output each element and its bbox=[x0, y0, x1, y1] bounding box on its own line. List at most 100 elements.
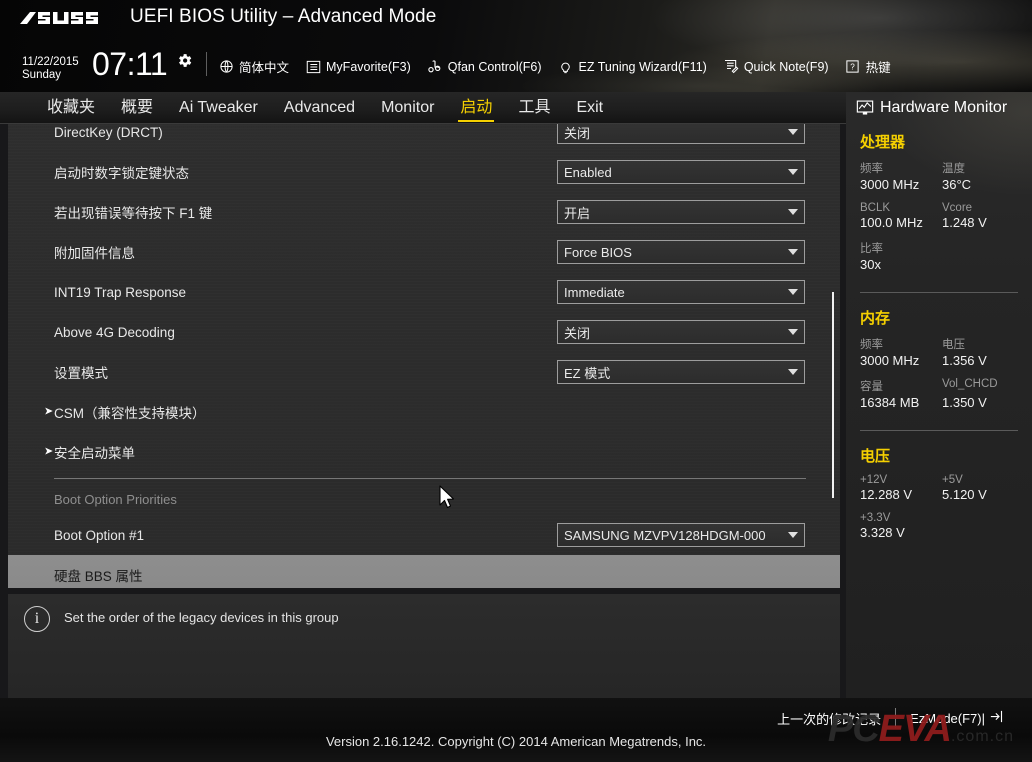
hwmon-section-memory: 内存 频率 电压 3000 MHz 1.356 V 容量 Vol_CHCD 16… bbox=[846, 307, 1032, 420]
setting-row-option-rom-messages[interactable]: 附加固件信息 Force BIOS bbox=[8, 232, 840, 272]
myfavorite-button[interactable]: MyFavorite(F3) bbox=[305, 59, 411, 75]
settings-list: DirectKey (DRCT) 关闭 启动时数字锁定键状态 Enabled 若… bbox=[8, 124, 840, 588]
hotkeys-button[interactable]: ? 热键 bbox=[845, 57, 891, 76]
setting-dropdown-boot-option-1[interactable]: SAMSUNG MZVPV128HDGM-000 bbox=[557, 523, 805, 547]
bios-screen: UEFI BIOS Utility – Advanced Mode 11/22/… bbox=[0, 0, 1032, 762]
setting-dropdown-int19-trap-response[interactable]: Immediate bbox=[557, 280, 805, 304]
arrow-right-box-icon bbox=[989, 709, 1004, 727]
hwmon-value: 1.356 V bbox=[942, 353, 987, 368]
language-label: 简体中文 bbox=[239, 61, 290, 75]
vertical-scrollbar[interactable] bbox=[832, 292, 834, 498]
submenu-row-csm[interactable]: ➤ CSM（兼容性支持模块） bbox=[8, 392, 840, 432]
hwmon-value: 1.350 V bbox=[942, 395, 987, 410]
ez-tuning-wizard-label: EZ Tuning Wizard(F11) bbox=[578, 59, 707, 74]
hwmon-section-cpu: 处理器 频率 温度 3000 MHz 36°C BCLK Vcore 100.0… bbox=[846, 131, 1032, 282]
hwmon-value: 30x bbox=[860, 257, 881, 272]
submenu-row-hard-drive-bbs-priorities[interactable]: 硬盘 BBS 属性 bbox=[8, 555, 840, 588]
hwmon-key: Vol_CHCD bbox=[942, 378, 998, 390]
setting-label: 附加固件信息 bbox=[54, 246, 135, 261]
dropdown-value: SAMSUNG MZVPV128HDGM-000 bbox=[564, 527, 766, 543]
hwmon-key: 电压 bbox=[942, 339, 965, 351]
tab-advanced[interactable]: Advanced bbox=[271, 93, 368, 123]
tab-monitor[interactable]: Monitor bbox=[368, 93, 447, 123]
setting-dropdown-bootup-numlock[interactable]: Enabled bbox=[557, 160, 805, 184]
hwmon-value: 100.0 MHz bbox=[860, 215, 923, 230]
section-heading-label: Boot Option Priorities bbox=[54, 491, 177, 507]
hwmon-value: 3000 MHz bbox=[860, 177, 920, 192]
hwmon-value: 1.248 V bbox=[942, 215, 987, 230]
help-info-panel: i Set the order of the legacy devices in… bbox=[8, 594, 840, 698]
hotkeys-label: 热键 bbox=[865, 61, 891, 75]
dropdown-value: 关闭 bbox=[564, 125, 591, 141]
setting-label: Boot Option #1 bbox=[54, 527, 145, 543]
qfan-control-label: Qfan Control(F6) bbox=[447, 59, 542, 74]
hwmon-key: +12V bbox=[860, 474, 888, 486]
hwmon-value: 3.328 V bbox=[860, 525, 905, 540]
setting-row-wait-for-f1[interactable]: 若出现错误等待按下 F1 键 开启 bbox=[8, 192, 840, 232]
setting-label: 若出现错误等待按下 F1 键 bbox=[54, 206, 213, 221]
setting-dropdown-directkey[interactable]: 关闭 bbox=[557, 124, 805, 144]
dropdown-value: Enabled bbox=[564, 164, 612, 180]
setting-dropdown-setup-mode[interactable]: EZ 模式 bbox=[557, 360, 805, 384]
hwmon-value: 36°C bbox=[942, 177, 972, 192]
chevron-down-icon bbox=[788, 369, 798, 375]
hwmon-section-heading: 电压 bbox=[860, 448, 891, 465]
asus-logo bbox=[18, 8, 106, 30]
tab-ai-tweaker[interactable]: Ai Tweaker bbox=[166, 93, 271, 123]
hwmon-divider bbox=[860, 430, 1018, 431]
bulb-icon bbox=[558, 59, 574, 75]
hwmon-key: +5V bbox=[942, 474, 963, 486]
setting-row-setup-mode[interactable]: 设置模式 EZ 模式 bbox=[8, 352, 840, 392]
language-button[interactable]: 简体中文 bbox=[218, 57, 289, 76]
hwmon-section-heading: 内存 bbox=[860, 310, 891, 327]
setting-dropdown-option-rom-messages[interactable]: Force BIOS bbox=[557, 240, 805, 264]
dropdown-value: Force BIOS bbox=[564, 244, 632, 260]
tab-boot[interactable]: 启动 bbox=[447, 93, 505, 123]
tab-tool[interactable]: 工具 bbox=[505, 93, 563, 123]
hwmon-key bbox=[942, 240, 1032, 257]
quick-note-button[interactable]: Quick Note(F9) bbox=[723, 59, 829, 75]
setting-row-int19-trap-response[interactable]: INT19 Trap Response Immediate bbox=[8, 272, 840, 312]
setting-row-bootup-numlock[interactable]: 启动时数字锁定键状态 Enabled bbox=[8, 152, 840, 192]
ez-mode-label: EzMode(F7)| bbox=[910, 710, 985, 726]
setting-label: 设置模式 bbox=[54, 366, 108, 381]
dropdown-value: EZ 模式 bbox=[564, 365, 611, 381]
help-text: Set the order of the legacy devices in t… bbox=[64, 610, 339, 625]
chevron-down-icon bbox=[788, 289, 798, 295]
tab-exit[interactable]: Exit bbox=[563, 93, 616, 123]
tab-main[interactable]: 概要 bbox=[108, 93, 166, 123]
question-icon: ? bbox=[845, 59, 861, 75]
hwmon-value bbox=[942, 525, 1032, 550]
date-text: 11/22/2015 bbox=[22, 56, 79, 68]
hardware-monitor-panel: Hardware Monitor 处理器 频率 温度 3000 MHz 36°C… bbox=[846, 92, 1032, 706]
setting-row-directkey[interactable]: DirectKey (DRCT) 关闭 bbox=[8, 124, 840, 152]
submenu-label: 安全启动菜单 bbox=[54, 446, 135, 461]
gear-icon[interactable] bbox=[176, 52, 193, 69]
ez-tuning-wizard-button[interactable]: EZ Tuning Wizard(F11) bbox=[558, 59, 707, 75]
footer-actions: 上一次的修改记录 EzMode(F7)| bbox=[763, 708, 1018, 728]
hwmon-key: 频率 bbox=[860, 339, 883, 351]
setting-dropdown-wait-for-f1[interactable]: 开启 bbox=[557, 200, 805, 224]
hwmon-readouts: 频率 电压 3000 MHz 1.356 V 容量 Vol_CHCD 16384… bbox=[860, 336, 1032, 420]
tab-favorites[interactable]: 收藏夹 bbox=[34, 93, 108, 123]
submenu-label: CSM（兼容性支持模块） bbox=[54, 406, 206, 421]
setting-row-above-4g-decoding[interactable]: Above 4G Decoding 关闭 bbox=[8, 312, 840, 352]
chevron-down-icon bbox=[788, 329, 798, 335]
note-icon bbox=[723, 59, 739, 75]
header-toolbar: 简体中文 MyFavorite(F3) Qfan Control(F6) EZ … bbox=[218, 57, 907, 76]
submenu-row-secure-boot[interactable]: ➤ 安全启动菜单 bbox=[8, 432, 840, 472]
last-modified-button[interactable]: 上一次的修改记录 bbox=[763, 709, 895, 728]
weekday-text: Sunday bbox=[22, 69, 62, 82]
bios-version-text: Version 2.16.1242. Copyright (C) 2014 Am… bbox=[325, 734, 707, 749]
hwmon-key: 温度 bbox=[942, 163, 965, 175]
chevron-down-icon bbox=[788, 532, 798, 538]
clock-text: 07:11 bbox=[92, 46, 168, 82]
settings-panel: DirectKey (DRCT) 关闭 启动时数字锁定键状态 Enabled 若… bbox=[8, 124, 840, 588]
setting-row-boot-option-1[interactable]: Boot Option #1 SAMSUNG MZVPV128HDGM-000 bbox=[8, 515, 840, 555]
hwmon-key: 容量 bbox=[860, 381, 883, 393]
qfan-control-button[interactable]: Qfan Control(F6) bbox=[427, 59, 542, 75]
setting-dropdown-above-4g-decoding[interactable]: 关闭 bbox=[557, 320, 805, 344]
section-heading-boot-option-priorities: Boot Option Priorities bbox=[8, 483, 840, 515]
dropdown-value: 开启 bbox=[564, 205, 591, 221]
ez-mode-button[interactable]: EzMode(F7)| bbox=[896, 709, 1018, 727]
